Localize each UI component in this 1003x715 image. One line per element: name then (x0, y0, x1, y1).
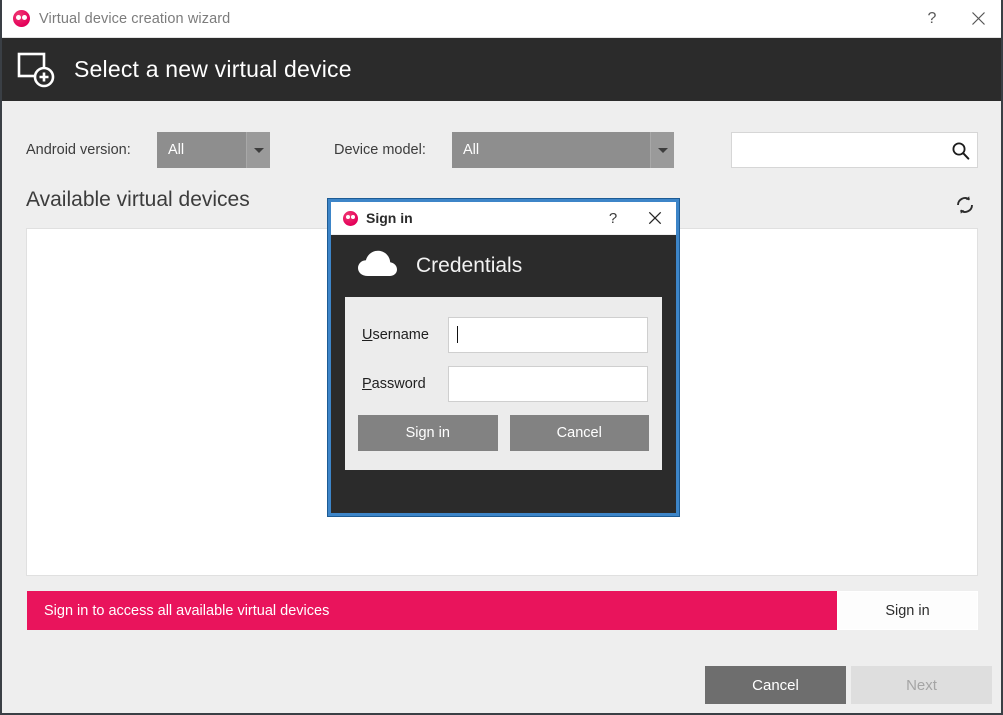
genymotion-logo-icon (343, 210, 358, 226)
search-box[interactable] (731, 132, 978, 168)
close-icon (648, 211, 662, 225)
credentials-form: Username Password (345, 297, 662, 410)
dialog-actions: Sign in Cancel (345, 410, 662, 470)
close-button[interactable] (955, 0, 1001, 38)
signin-dialog: Sign in ? Credentials Username Password … (328, 199, 679, 516)
password-row: Password (345, 365, 662, 402)
chevron-down-icon (650, 132, 674, 168)
dialog-header: Credentials (331, 235, 676, 297)
password-field[interactable] (448, 365, 648, 402)
password-label-accel: P (362, 375, 372, 392)
help-button[interactable]: ? (909, 0, 955, 38)
dialog-close-button[interactable] (634, 202, 676, 235)
refresh-button[interactable] (952, 192, 978, 218)
dialog-titlebar: Sign in ? (331, 202, 676, 235)
page-title: Select a new virtual device (74, 56, 352, 82)
available-devices-heading: Available virtual devices (26, 188, 250, 211)
android-version-value: All (168, 142, 185, 158)
android-version-label: Android version: (26, 142, 131, 158)
genymotion-logo-icon (13, 10, 30, 27)
wizard-window: Virtual device creation wizard ? Select … (0, 0, 1003, 715)
banner-signin-button[interactable]: Sign in (837, 591, 978, 630)
dialog-signin-button[interactable]: Sign in (358, 415, 498, 451)
search-input[interactable] (732, 133, 943, 167)
username-label: Username (345, 327, 448, 343)
username-field[interactable] (448, 316, 648, 353)
cancel-button[interactable]: Cancel (705, 666, 846, 704)
search-icon (943, 141, 977, 160)
next-button: Next (851, 666, 992, 704)
dialog-cancel-button[interactable]: Cancel (509, 415, 649, 451)
text-caret (457, 326, 458, 343)
new-virtual-device-icon (16, 50, 56, 90)
password-label: Password (345, 376, 448, 392)
dialog-header-title: Credentials (416, 254, 523, 277)
signin-banner: Sign in to access all available virtual … (27, 591, 978, 630)
device-model-label: Device model: (334, 142, 426, 158)
window-titlebar: Virtual device creation wizard ? (2, 0, 1001, 38)
android-version-dropdown[interactable]: All (157, 132, 270, 168)
chevron-down-icon (246, 132, 270, 168)
device-model-dropdown[interactable]: All (452, 132, 674, 168)
help-icon: ? (608, 209, 618, 227)
refresh-icon (957, 196, 973, 214)
username-label-rest: sername (372, 326, 429, 343)
password-label-rest: assword (371, 375, 426, 392)
page-header: Select a new virtual device (2, 38, 1001, 101)
username-label-accel: U (362, 326, 373, 343)
dialog-title: Sign in (366, 210, 413, 226)
window-title: Virtual device creation wizard (39, 10, 231, 27)
signin-banner-message: Sign in to access all available virtual … (44, 602, 330, 619)
help-icon: ? (927, 9, 937, 27)
cloud-icon (357, 249, 398, 283)
password-input[interactable] (455, 366, 647, 401)
close-icon (971, 12, 985, 25)
dialog-help-button[interactable]: ? (592, 202, 634, 235)
device-model-value: All (463, 142, 480, 158)
username-row: Username (345, 316, 662, 353)
